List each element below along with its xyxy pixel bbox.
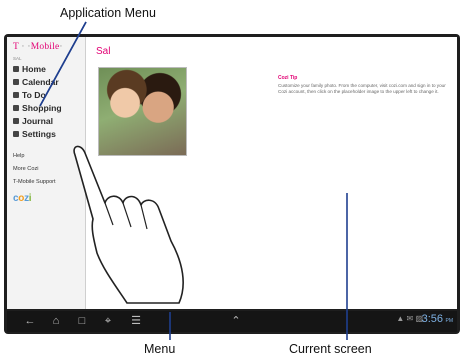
callout-lines [39, 21, 348, 340]
callout-menu: Menu [144, 342, 176, 356]
callout-current-screen: Current screen [289, 342, 372, 356]
